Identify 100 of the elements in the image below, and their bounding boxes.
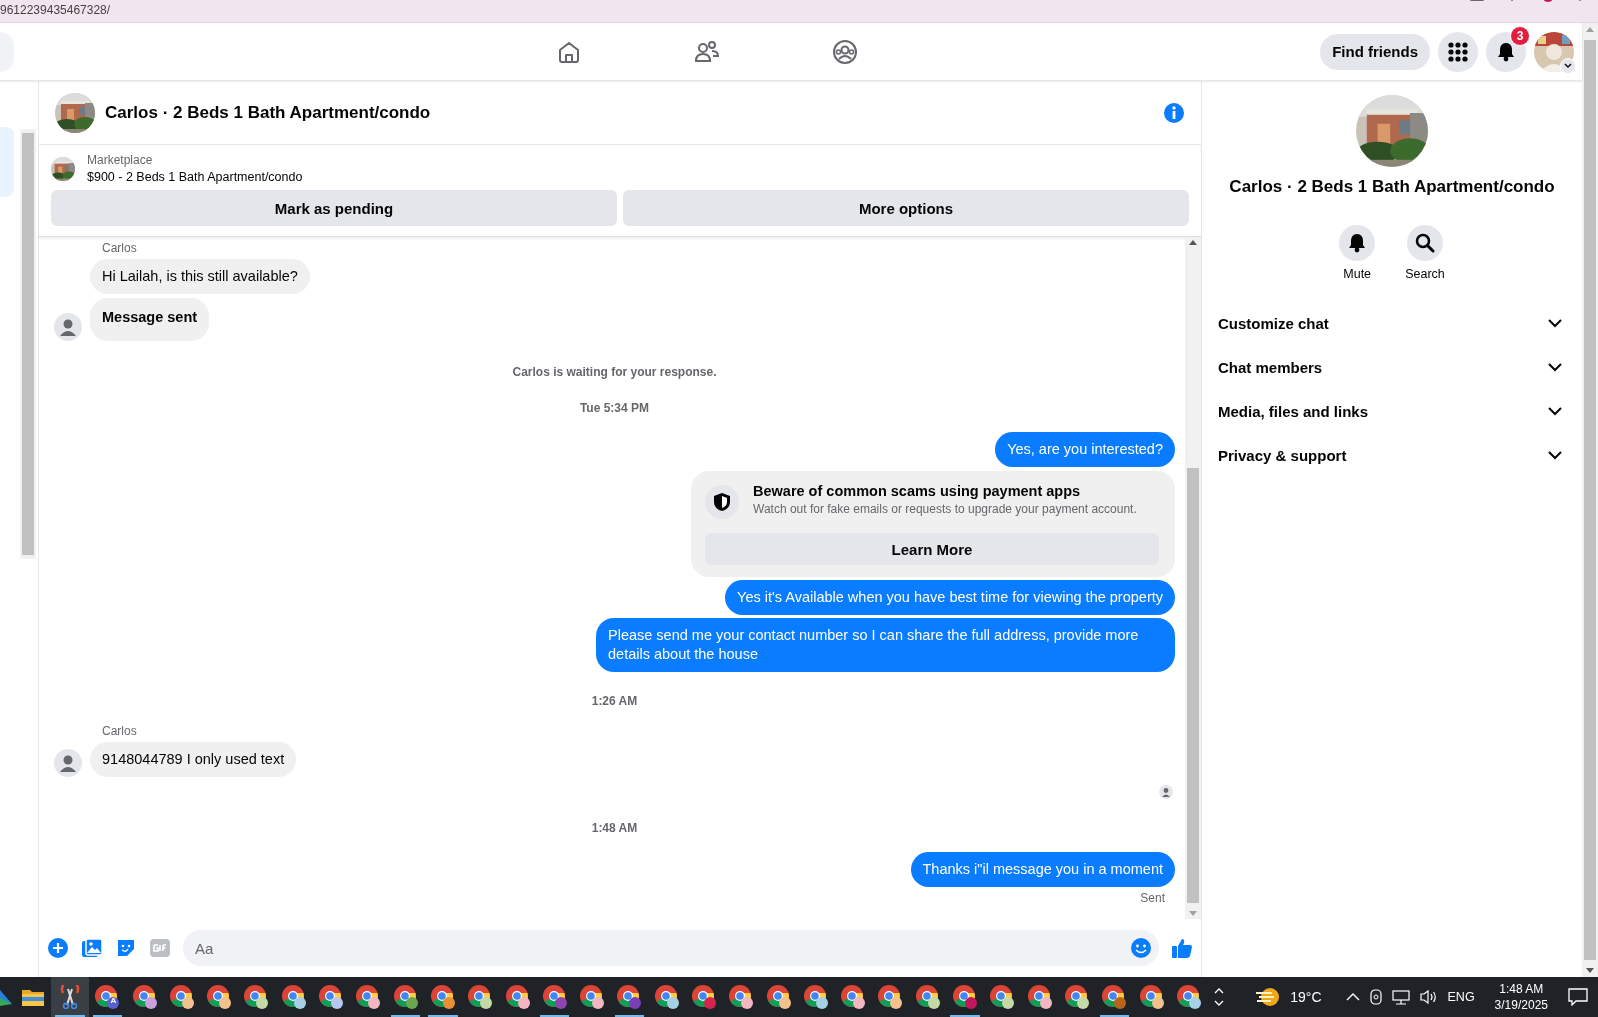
warning-title: Beware of common scams using payment apps	[753, 483, 1082, 499]
section-header[interactable]: Chat members	[1210, 345, 1570, 389]
browser-icon[interactable]	[1063, 984, 1090, 1010]
notification-icon[interactable]	[1568, 988, 1588, 1006]
browser-icon[interactable]	[728, 984, 755, 1010]
section-header[interactable]: Privacy & support	[1210, 433, 1570, 477]
browser-icon[interactable]	[1026, 984, 1053, 1010]
message-bubble: Yes it's Available when you have best time for viewing the property	[725, 580, 1175, 615]
timestamp: Tue 5:34 PM	[579, 401, 650, 415]
warning-text: Watch out for fake emails or requests to upgrade your payment account.	[753, 502, 1137, 516]
more-options-button[interactable]: More options	[623, 190, 1189, 226]
browser-icon[interactable]	[168, 984, 195, 1010]
info-icon[interactable]	[1163, 101, 1185, 124]
browser-icon[interactable]	[429, 984, 456, 1010]
browser-icon[interactable]	[206, 984, 233, 1010]
browser-icon[interactable]	[541, 984, 568, 1010]
sent-status: Sent	[1140, 891, 1165, 905]
camera-icon[interactable]	[1369, 989, 1382, 1005]
emoji-icon[interactable]	[1130, 937, 1152, 959]
browser-icon[interactable]	[579, 984, 606, 1010]
browser-icon[interactable]	[616, 984, 643, 1010]
mark-pending-button[interactable]: Mark as pending	[51, 190, 617, 226]
listing-title[interactable]: $900 - 2 Beds 1 Bath Apartment/condo	[87, 170, 303, 184]
bell-icon	[1348, 233, 1367, 253]
browser-icon[interactable]	[691, 984, 717, 1010]
shield-icon	[705, 485, 739, 519]
browser-icon[interactable]	[802, 984, 829, 1010]
chat-name: Carlos · 2 Beds 1 Bath Apartment/condo	[1229, 177, 1555, 197]
grid-icon	[1448, 41, 1468, 62]
browser-icon[interactable]	[877, 984, 904, 1010]
chevron-up-icon[interactable]	[1345, 993, 1360, 1001]
scroll-down-icon[interactable]	[1586, 968, 1594, 973]
chevron-down-icon	[1548, 406, 1562, 416]
waiting-notice: Carlos is waiting for your response.	[512, 365, 717, 379]
scrollbar[interactable]	[20, 129, 36, 559]
learn-more-button[interactable]: Learn More	[705, 533, 1159, 565]
photo-icon[interactable]	[82, 938, 102, 958]
sender-name: Carlos	[102, 724, 138, 738]
message-bubble: Hi Lailah, is this still available?	[90, 259, 310, 294]
scroll-up-icon[interactable]	[1189, 240, 1197, 245]
scrollbar[interactable]	[1582, 23, 1598, 977]
chevron-down-icon	[1548, 318, 1562, 328]
browser-icon[interactable]	[243, 984, 270, 1010]
browser-icon[interactable]	[765, 984, 792, 1010]
browser-icon[interactable]	[355, 984, 382, 1010]
scrollbar[interactable]	[1185, 237, 1201, 919]
notifications-button[interactable]	[1486, 31, 1526, 72]
url-text[interactable]: 9612239435467328/	[0, 3, 111, 17]
browser-icon[interactable]	[94, 984, 121, 1010]
section-header[interactable]: Media, files and links	[1210, 389, 1570, 433]
chevron-down-icon	[1548, 450, 1562, 460]
volume-icon[interactable]	[1419, 989, 1438, 1005]
browser-icon[interactable]	[1138, 984, 1165, 1010]
message-bubble: Yes, are you interested?	[995, 432, 1175, 467]
browser-icon[interactable]	[914, 984, 941, 1010]
browser-icon[interactable]	[280, 984, 307, 1010]
notification-count: 3	[1510, 25, 1530, 46]
browser-icon[interactable]	[1101, 984, 1128, 1010]
message-bubble: Please send me your contact number so I can share the full address, provide more details about the house	[596, 618, 1175, 672]
scissors-icon[interactable]	[58, 985, 81, 1009]
profile-letter: A	[110, 996, 117, 1005]
browser-icon[interactable]	[392, 984, 419, 1010]
message-input[interactable]: Aa	[183, 930, 1159, 966]
message-bubble: Thanks i"il message you in a moment	[910, 852, 1175, 887]
find-friends-button[interactable]: Find friends	[1320, 33, 1430, 70]
groups-icon[interactable]	[832, 38, 859, 65]
menu-button[interactable]	[1438, 31, 1478, 72]
sender-name: Carlos	[102, 241, 138, 255]
search-icon	[1415, 233, 1435, 253]
taskbar-scroll-icon[interactable]	[1214, 988, 1225, 1006]
browser-icon[interactable]	[840, 984, 867, 1010]
clock[interactable]: 1:48 AM 3/19/2025	[1494, 982, 1548, 1012]
network-icon[interactable]	[1391, 989, 1410, 1005]
chat-title: Carlos · 2 Beds 1 Bath Apartment/condo	[105, 102, 432, 123]
browser-icon[interactable]	[653, 984, 680, 1010]
browser-icon[interactable]	[989, 984, 1016, 1010]
seen-avatar-icon	[1159, 785, 1173, 799]
weather-icon[interactable]	[1254, 986, 1281, 1008]
language-indicator[interactable]: ENG	[1447, 990, 1475, 1004]
folder-icon[interactable]	[21, 988, 44, 1006]
browser-icon[interactable]	[1175, 984, 1202, 1010]
browser-icon[interactable]	[952, 984, 979, 1010]
timestamp: 1:26 AM	[591, 694, 638, 708]
section-header[interactable]: Customize chat	[1210, 301, 1570, 345]
plus-icon[interactable]	[48, 938, 68, 958]
thumbs-up-icon[interactable]	[1171, 937, 1193, 959]
friends-icon[interactable]	[694, 39, 721, 64]
home-icon[interactable]	[557, 39, 582, 64]
temperature[interactable]: 19°C	[1290, 989, 1322, 1005]
browser-icon[interactable]	[467, 984, 494, 1010]
browser-icon[interactable]	[131, 984, 158, 1010]
message-bubble: Message sent	[90, 298, 210, 341]
sticker-icon[interactable]	[116, 938, 136, 958]
listing-source: Marketplace	[87, 153, 154, 167]
chevron-down-icon	[1548, 362, 1562, 372]
chevron-down-icon	[1564, 63, 1572, 68]
browser-icon[interactable]	[504, 984, 531, 1010]
timestamp: 1:48 AM	[591, 821, 638, 835]
message-bubble: 9148044789 I only used text	[90, 742, 297, 777]
browser-icon[interactable]	[318, 984, 344, 1010]
